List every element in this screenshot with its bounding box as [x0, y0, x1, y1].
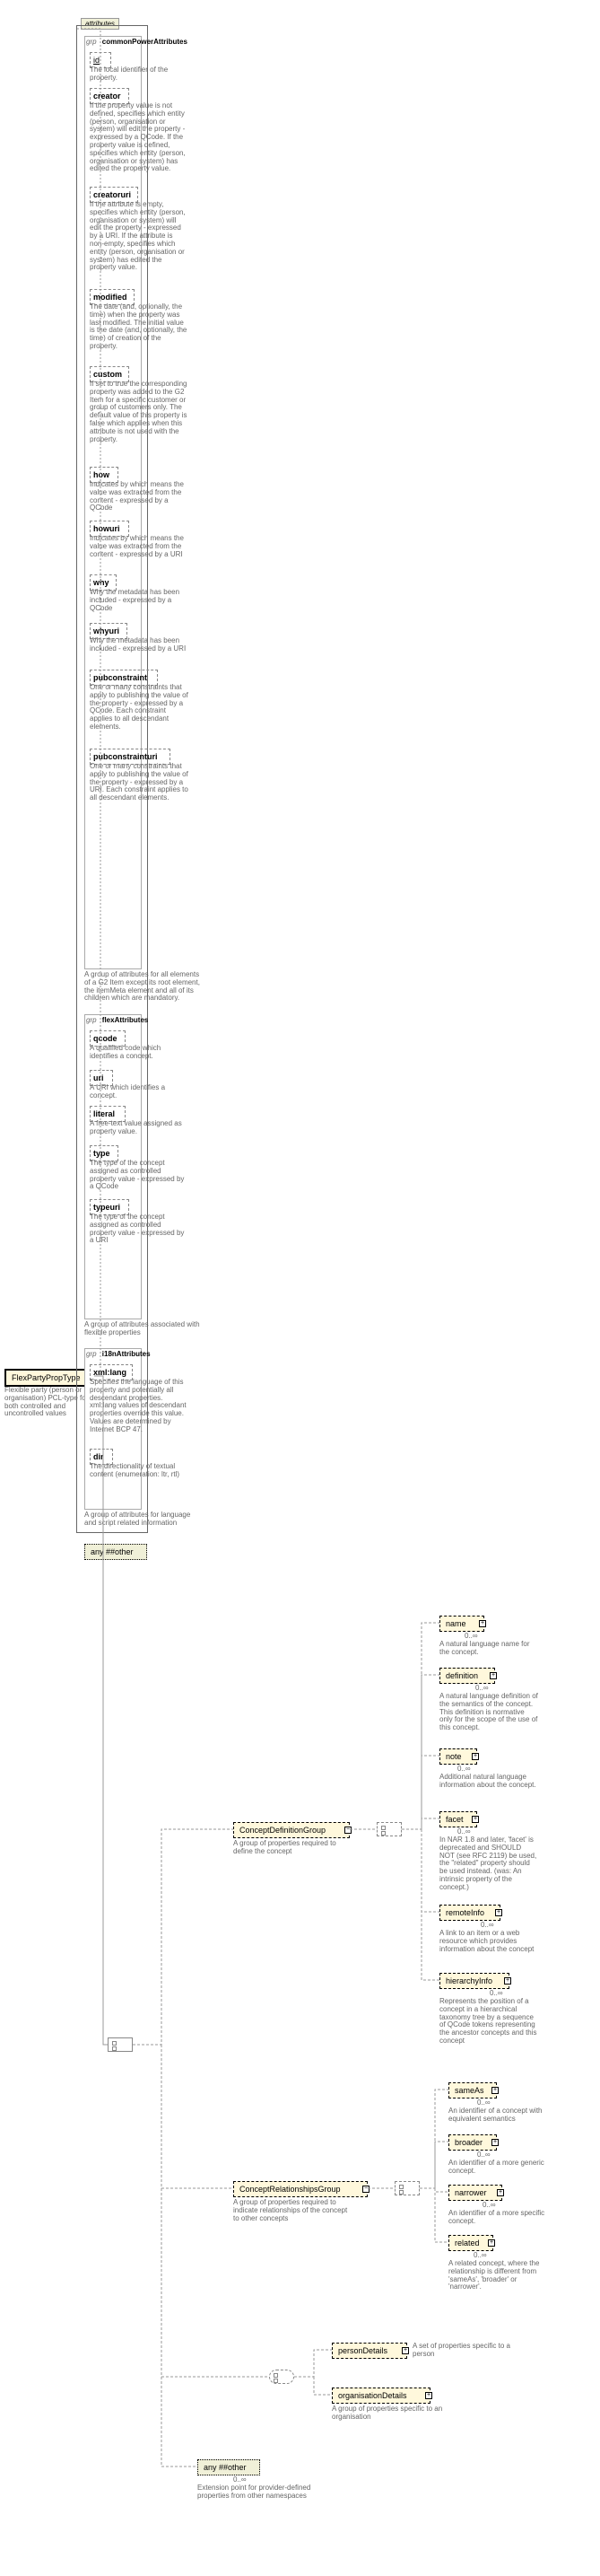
el-persondetails-desc: A set of properties specific to a person: [413, 2343, 529, 2359]
plus-icon: +: [491, 2087, 499, 2094]
el-related: related+: [448, 2235, 493, 2251]
minus-icon: −: [362, 2186, 370, 2193]
card: 0..∞: [483, 2201, 496, 2209]
plus-icon: +: [479, 1620, 486, 1627]
plus-icon: +: [402, 2347, 409, 2354]
el-sameas-desc: An identifier of a concept with equivale…: [448, 2107, 547, 2124]
group-flex-hdr: grp flexAttributes: [86, 1016, 148, 1024]
attr-literal-desc: A free-text value assigned as property v…: [90, 1120, 188, 1136]
crg-desc: A group of properties required to indica…: [233, 2199, 350, 2222]
card: 0..∞: [477, 2151, 491, 2159]
attr-custom-desc: If set to true the corresponding propert…: [90, 381, 188, 443]
el-broader: broader+: [448, 2134, 497, 2151]
card: 0..∞: [457, 1765, 471, 1773]
plus-icon: +: [472, 1816, 479, 1823]
plus-icon: +: [497, 2189, 504, 2196]
attr-typeuri-desc: The type of the concept assigned as cont…: [90, 1214, 188, 1245]
el-definition: definition+: [439, 1668, 495, 1684]
plus-icon: +: [495, 1909, 502, 1916]
group-common-hdr: grp commonPowerAttributes: [86, 38, 187, 46]
attr-uri-desc: A URI which identifies a concept.: [90, 1084, 188, 1100]
any-other-ext: any ##other: [197, 2459, 260, 2475]
minus-icon: −: [344, 1827, 352, 1834]
el-facet: facet+: [439, 1811, 477, 1827]
card: 0..∞: [457, 1827, 471, 1836]
el-organisationdetails: organisationDetails+: [332, 2388, 430, 2404]
root-label: FlexPartyPropType: [12, 1373, 81, 1382]
el-definition-desc: A natural language definition of the sem…: [439, 1693, 538, 1732]
el-sameas: sameAs+: [448, 2082, 497, 2098]
el-broader-desc: An identifier of a more generic concept.: [448, 2160, 547, 2176]
attr-why-desc: Why the metadata has been included - exp…: [90, 589, 188, 612]
sequence-icon: [377, 1822, 402, 1836]
attr-type-desc: The type of the concept assigned as cont…: [90, 1160, 188, 1191]
group-flex-desc: A group of attributes associated with fl…: [84, 1321, 201, 1337]
attr-pubconstrainturi-desc: One or many constraints that apply to pu…: [90, 763, 188, 802]
attr-dir-desc: The directionality of textual content (e…: [90, 1463, 188, 1479]
el-facet-desc: In NAR 1.8 and later, 'facet' is depreca…: [439, 1836, 538, 1892]
choice-icon: [269, 2370, 294, 2384]
el-name: name+: [439, 1616, 484, 1632]
any-other-attr: any ##other: [84, 1544, 147, 1560]
el-related-desc: A related concept, where the relationshi…: [448, 2260, 547, 2291]
plus-icon: +: [490, 1672, 497, 1679]
attr-creatoruri-desc: If the attribute is empty, specifies whi…: [90, 201, 188, 272]
concept-relationships-group: ConceptRelationshipsGroup −: [233, 2181, 368, 2197]
concept-definition-group: ConceptDefinitionGroup −: [233, 1822, 350, 1838]
el-hierarchyinfo: hierarchyInfo+: [439, 1973, 509, 1989]
card: 0..∞: [477, 2098, 491, 2107]
attr-qcode-desc: A qualified code which identifies a conc…: [90, 1045, 188, 1061]
card: 0..∞: [475, 1684, 489, 1692]
attr-xmllang-desc: Specifies the language of this property …: [90, 1379, 188, 1434]
card: 0..∞: [481, 1921, 494, 1929]
attr-creator-desc: If the property value is not defined, sp…: [90, 102, 188, 173]
el-persondetails: personDetails+: [332, 2343, 407, 2359]
plus-icon: +: [491, 2139, 499, 2146]
el-narrower-desc: An identifier of a more specific concept…: [448, 2210, 547, 2226]
group-i18n-desc: A group of attributes for language and s…: [84, 1511, 201, 1528]
card: 0..∞: [474, 2251, 487, 2259]
card: 0..∞: [490, 1989, 503, 1997]
attr-howuri-desc: Indicates by which means the value was e…: [90, 535, 188, 558]
el-name-desc: A natural language name for the concept.: [439, 1641, 538, 1657]
attr-pubconstraint-desc: One or many constraints that apply to pu…: [90, 684, 188, 732]
attr-how-desc: Indicates by which means the value was e…: [90, 481, 188, 513]
attr-whyuri-desc: Why the metadata has been included - exp…: [90, 637, 188, 653]
group-common-desc: A group of attributes for all elements o…: [84, 971, 201, 1003]
cdg-desc: A group of properties required to define…: [233, 1840, 350, 1856]
el-remoteinfo: remoteInfo+: [439, 1905, 500, 1921]
plus-icon: +: [425, 2392, 432, 2399]
card: 0..∞: [465, 1632, 478, 1640]
el-note-desc: Additional natural language information …: [439, 1774, 538, 1790]
el-organisationdetails-desc: A group of properties specific to an org…: [332, 2405, 448, 2422]
ext-desc: Extension point for provider-defined pro…: [197, 2484, 314, 2501]
el-remoteinfo-desc: A link to an item or a web resource whic…: [439, 1930, 538, 1953]
plus-icon: +: [488, 2239, 495, 2247]
attr-id-desc: The local identifier of the property.: [90, 66, 188, 83]
el-narrower: narrower+: [448, 2185, 502, 2201]
el-hierarchyinfo-desc: Represents the position of a concept in …: [439, 1998, 538, 2046]
plus-icon: +: [504, 1977, 511, 1985]
group-i18n-hdr: grp i18nAttributes: [86, 1350, 151, 1358]
sequence-icon: [395, 2181, 420, 2195]
card: 0..∞: [233, 2475, 247, 2484]
el-note: note+: [439, 1748, 477, 1765]
attr-modified-desc: The date (and, optionally, the time) whe…: [90, 303, 188, 351]
plus-icon: +: [472, 1753, 479, 1760]
sequence-icon: [108, 2037, 133, 2052]
